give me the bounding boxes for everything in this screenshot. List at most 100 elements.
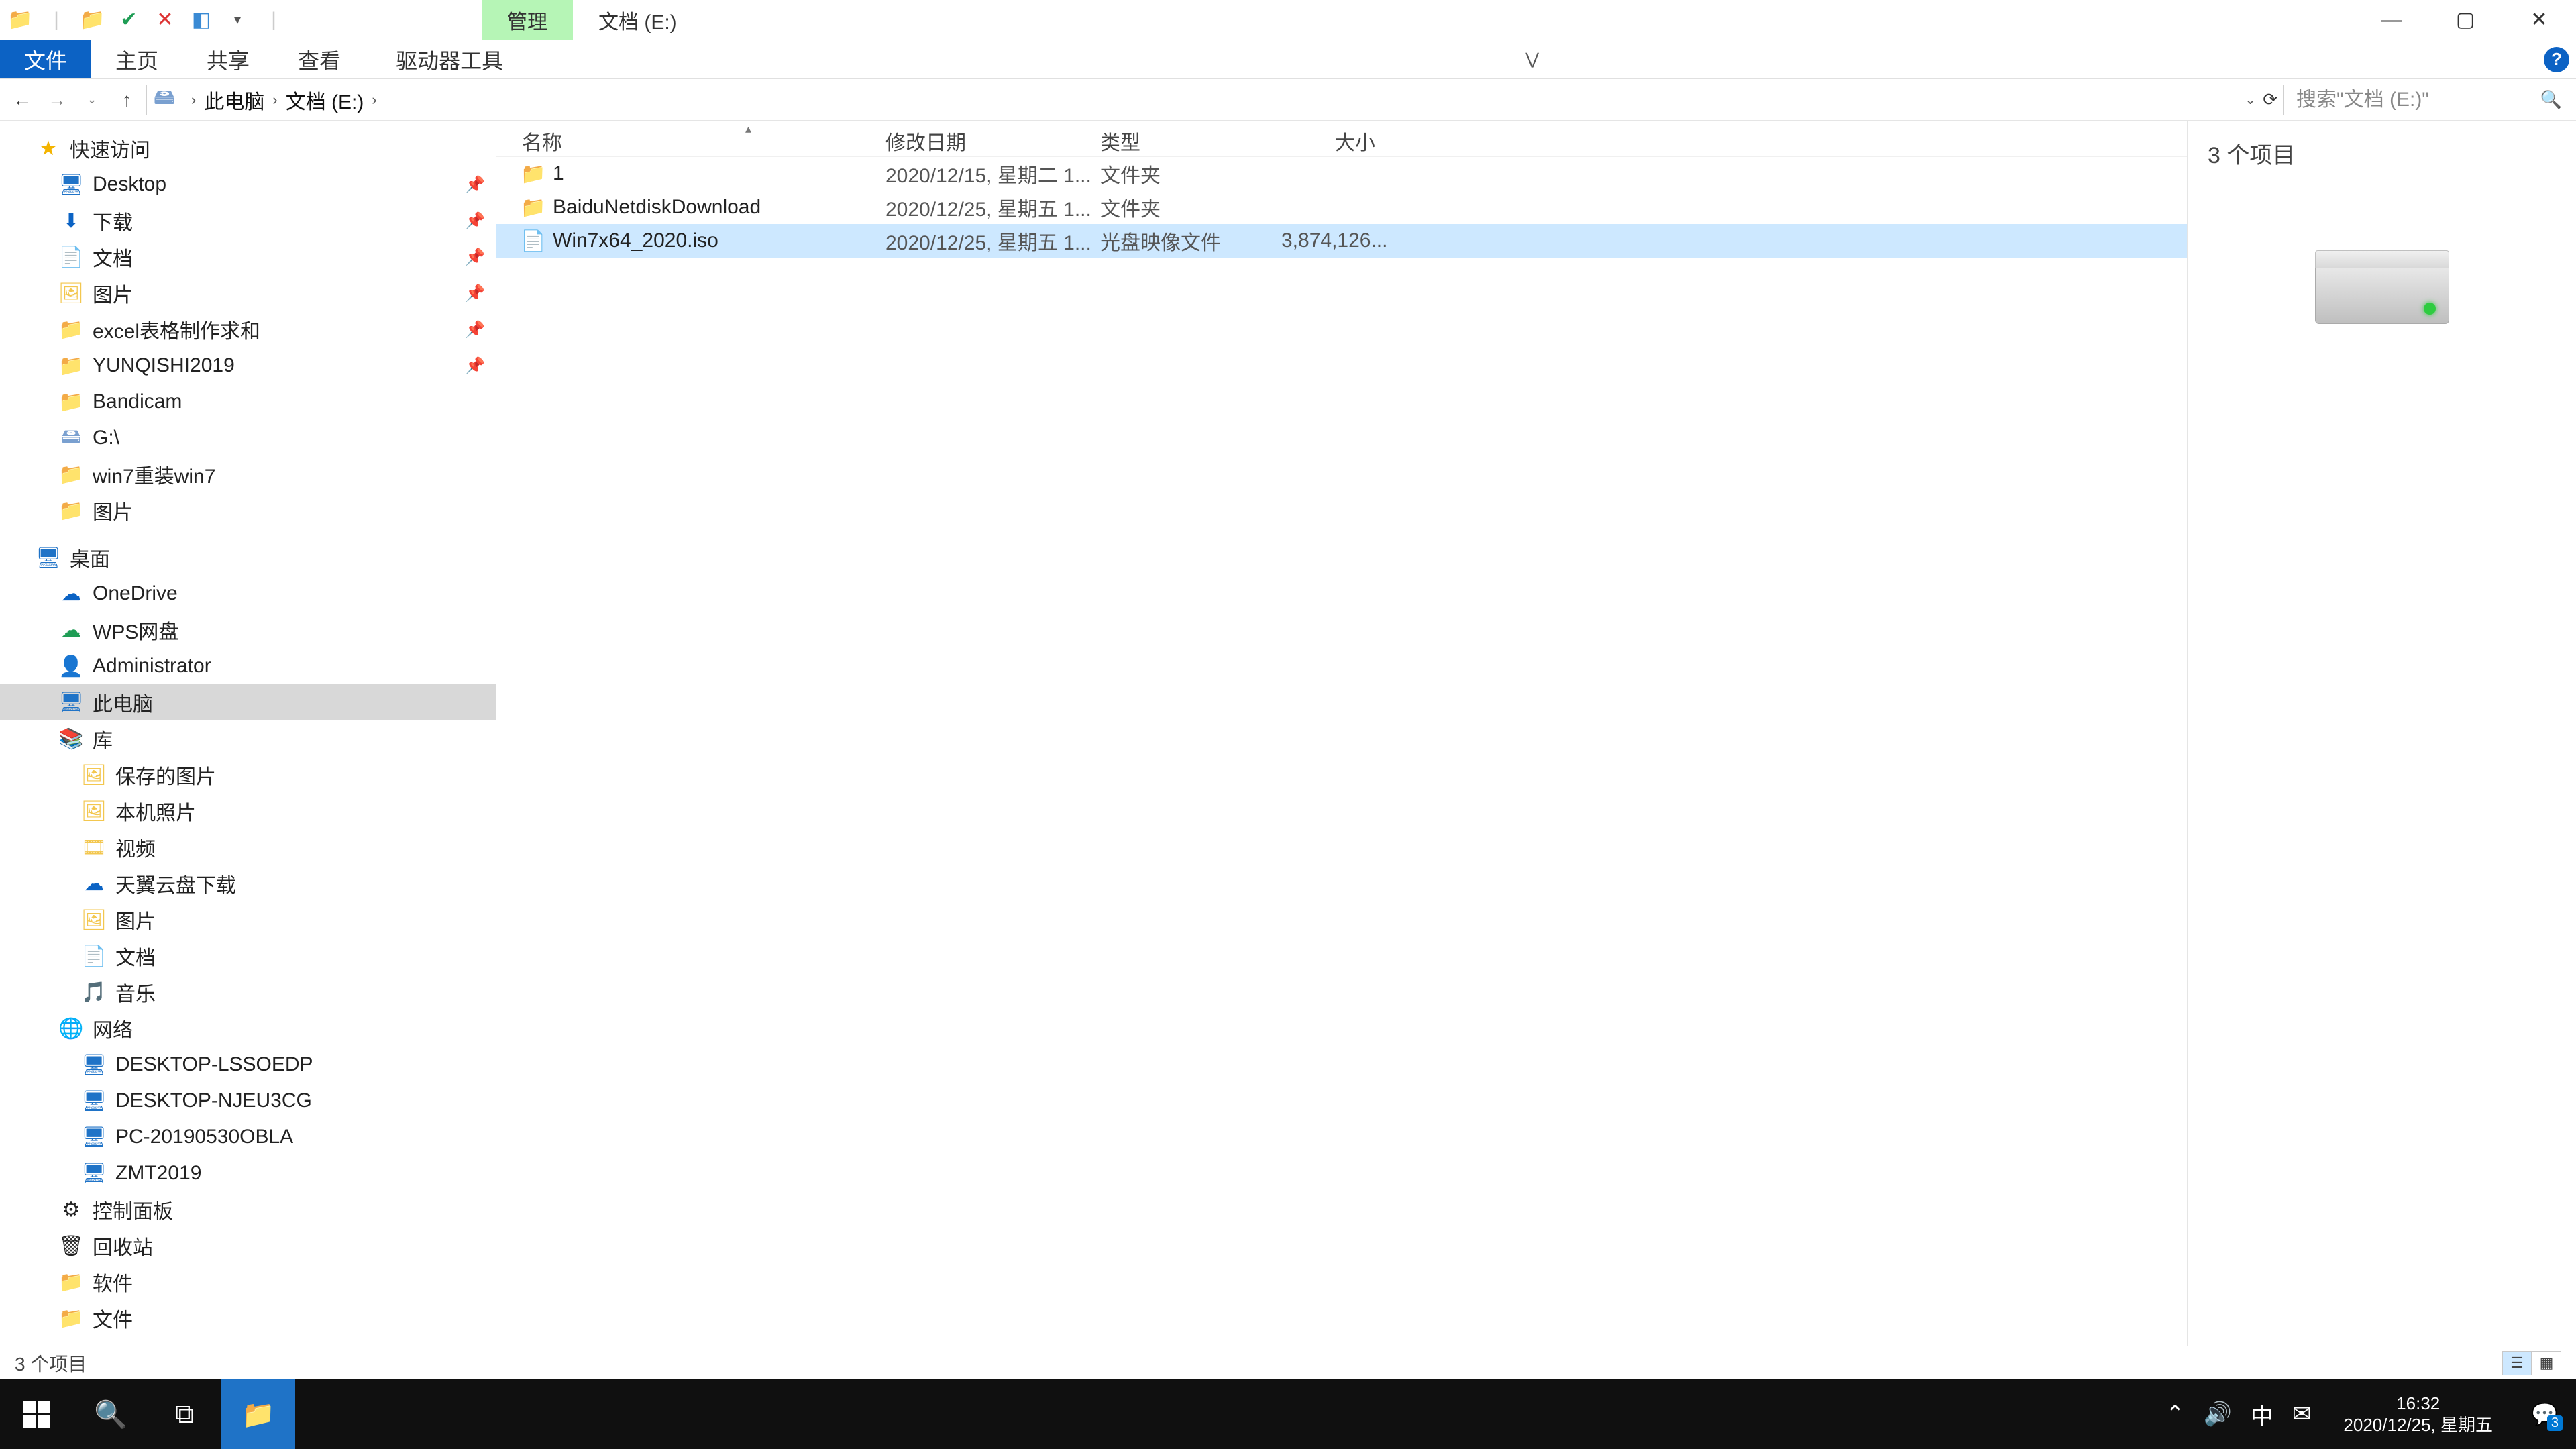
qat-dropdown-icon[interactable]: ▾ [225,8,250,32]
tray-volume-icon[interactable]: 🔊 [2204,1401,2232,1428]
nav-recent-dropdown[interactable]: ⌄ [76,85,107,115]
navigation-pane[interactable]: ★快速访问 🖥Desktop📌 ⬇下载📌 📄文档📌 🖼图片📌 📁excel表格制… [0,121,496,1346]
nav-library[interactable]: 📚库 [0,720,496,757]
nav-pc2[interactable]: 🖥DESKTOP-NJEU3CG [0,1083,496,1119]
pictures-icon: 🖼 [82,763,106,787]
column-type[interactable]: 类型 [1100,126,1281,156]
crumb-chevron-icon[interactable]: › [183,91,204,109]
nav-desktop-root[interactable]: 🖥桌面 [0,539,496,576]
nav-label: 网络 [93,1014,133,1043]
folder-icon: 📁 [59,354,83,378]
status-item-count: 3 个项目 [15,1350,87,1377]
system-tray: ⌃ 🔊 中 ✉ 16:32 2020/12/25, 星期五 💬3 [2165,1379,2576,1449]
ribbon-expand-icon[interactable]: ⋁ [1513,40,1552,78]
nav-control-panel[interactable]: ⚙控制面板 [0,1191,496,1228]
nav-local-photos[interactable]: 🖼本机照片 [0,793,496,829]
nav-this-pc[interactable]: 🖥此电脑 [0,684,496,720]
nav-software[interactable]: 📁软件 [0,1264,496,1300]
ribbon-tab-share[interactable]: 共享 [182,40,274,78]
action-center-button[interactable]: 💬3 [2525,1395,2564,1434]
file-list[interactable]: 名称▴ 修改日期 类型 大小 📁12020/12/15, 星期二 1...文件夹… [496,121,2187,1346]
nav-back-button[interactable]: ← [7,85,38,115]
nav-music[interactable]: 🎵音乐 [0,974,496,1010]
app-icon: 📁 [8,8,32,32]
ribbon-tab-file[interactable]: 文件 [0,40,91,78]
pin-icon: 📌 [465,320,485,339]
quick-access-toolbar: 📁 | 📁 ✔ ✕ ◧ ▾ | [0,8,294,32]
crumb-drive-e[interactable]: 文档 (E:) [286,85,364,115]
nav-documents2[interactable]: 📄文档 [0,938,496,974]
column-size[interactable]: 大小 [1281,126,1415,156]
nav-saved-pictures[interactable]: 🖼保存的图片 [0,757,496,793]
nav-bandicam[interactable]: 📁Bandicam [0,384,496,420]
view-details-button[interactable]: ☰ [2502,1351,2532,1375]
file-date: 2020/12/15, 星期二 1... [885,159,1100,189]
ribbon-tab-view[interactable]: 查看 [274,40,365,78]
qat-check-icon[interactable]: ✔ [117,8,141,32]
tray-clock[interactable]: 16:32 2020/12/25, 星期五 [2330,1393,2506,1436]
nav-quick-access[interactable]: ★快速访问 [0,130,496,166]
nav-recycle[interactable]: 🗑回收站 [0,1228,496,1264]
nav-up-button[interactable]: ↑ [111,85,142,115]
tray-ime-icon[interactable]: 中 [2251,1398,2273,1431]
nav-onedrive[interactable]: ☁OneDrive [0,576,496,612]
qat-properties-icon[interactable]: ◧ [189,8,213,32]
ribbon-tab-drive-tools[interactable]: 驱动器工具 [372,40,527,78]
nav-gdrive[interactable]: 🖴G:\ [0,420,496,456]
qat-new-folder-icon[interactable]: 📁 [80,8,105,32]
tray-overflow-icon[interactable]: ⌃ [2165,1401,2185,1428]
view-thumbnails-button[interactable]: ▦ [2532,1351,2561,1375]
taskbar-explorer-button[interactable]: 📁 [221,1379,295,1449]
task-view-button[interactable]: ⧉ [148,1379,221,1449]
nav-network[interactable]: 🌐网络 [0,1010,496,1046]
nav-pictures3[interactable]: 🖼图片 [0,902,496,938]
file-row[interactable]: 📄Win7x64_2020.iso2020/12/25, 星期五 1...光盘映… [496,224,2187,258]
column-name[interactable]: 名称▴ [496,126,885,156]
nav-win7reinstall[interactable]: 📁win7重装win7 [0,456,496,492]
minimize-button[interactable]: ― [2355,0,2428,40]
context-tab-manage[interactable]: 管理 [482,0,573,40]
ribbon-tab-home[interactable]: 主页 [91,40,182,78]
close-button[interactable]: ✕ [2502,0,2576,40]
nav-yunqishi[interactable]: 📁YUNQISHI2019📌 [0,347,496,384]
nav-documents[interactable]: 📄文档📌 [0,239,496,275]
nav-wps[interactable]: ☁WPS网盘 [0,612,496,648]
nav-forward-button[interactable]: → [42,85,72,115]
crumb-this-pc[interactable]: 此电脑 [204,85,264,115]
nav-downloads[interactable]: ⬇下载📌 [0,203,496,239]
file-row[interactable]: 📁12020/12/15, 星期二 1...文件夹 [496,157,2187,191]
start-button[interactable] [0,1379,74,1449]
tray-mail-icon[interactable]: ✉ [2292,1401,2312,1428]
address-field[interactable]: 🖴 › 此电脑 › 文档 (E:) › ⌄ ⟳ [146,85,2284,115]
search-input[interactable] [2296,89,2561,111]
column-date[interactable]: 修改日期 [885,126,1100,156]
nav-tianyi[interactable]: ☁天翼云盘下载 [0,865,496,902]
nav-pictures[interactable]: 🖼图片📌 [0,275,496,311]
qat-divider: | [44,8,68,32]
nav-pc3[interactable]: 🖥PC-20190530OBLA [0,1119,496,1155]
file-type: 文件夹 [1100,159,1281,189]
file-row[interactable]: 📁BaiduNetdiskDownload2020/12/25, 星期五 1..… [496,191,2187,224]
crumb-chevron-icon[interactable]: › [364,91,384,109]
qat-delete-icon[interactable]: ✕ [153,8,177,32]
maximize-button[interactable]: ▢ [2428,0,2502,40]
sort-asc-icon: ▴ [745,122,751,136]
nav-pc4[interactable]: 🖥ZMT2019 [0,1155,496,1191]
crumb-chevron-icon[interactable]: › [264,91,285,109]
help-button[interactable]: ? [2537,40,2576,78]
drive-led-icon [2424,303,2436,315]
search-button[interactable]: 🔍 [74,1379,148,1449]
search-field[interactable]: 🔍 [2288,85,2569,115]
refresh-icon[interactable]: ⟳ [2263,89,2277,110]
nav-pc1[interactable]: 🖥DESKTOP-LSSOEDP [0,1046,496,1083]
nav-video[interactable]: 🎞视频 [0,829,496,865]
nav-excel-template[interactable]: 📁excel表格制作求和📌 [0,311,496,347]
nav-label: Administrator [93,655,211,678]
titlebar: 📁 | 📁 ✔ ✕ ◧ ▾ | 管理 文档 (E:) ― ▢ ✕ [0,0,2576,40]
nav-desktop[interactable]: 🖥Desktop📌 [0,166,496,203]
nav-files[interactable]: 📁文件 [0,1300,496,1336]
address-dropdown-icon[interactable]: ⌄ [2245,91,2256,108]
search-icon[interactable]: 🔍 [2540,89,2562,110]
nav-administrator[interactable]: 👤Administrator [0,648,496,684]
nav-pictures2[interactable]: 📁图片 [0,492,496,529]
